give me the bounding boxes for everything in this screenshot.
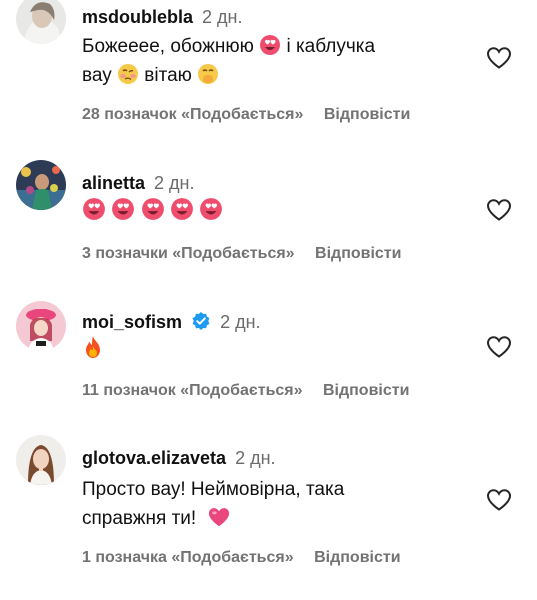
reply-button[interactable]: Відповісти xyxy=(324,106,410,123)
comment-text-line: Просто вау! Неймовірна, така xyxy=(82,479,345,500)
reply-button[interactable]: Відповісти xyxy=(314,549,400,566)
likes-count[interactable]: 11 позначок «Подобається» xyxy=(82,382,303,399)
heart-outline-icon[interactable] xyxy=(486,335,512,359)
likes-count[interactable]: 3 позначки «Подобається» xyxy=(82,245,295,262)
timestamp[interactable]: 2 дн. xyxy=(154,173,194,193)
timestamp[interactable]: 2 дн. xyxy=(202,7,242,27)
comment-text-line: і каблучка xyxy=(286,36,376,57)
woozy-face-emoji xyxy=(118,64,139,84)
comment-text-line: Божееее, обожнюю xyxy=(82,36,254,57)
reply-button[interactable]: Відповісти xyxy=(315,245,401,262)
reply-button[interactable]: Відповісти xyxy=(323,382,409,399)
comment-text-line: справжня ти! xyxy=(82,508,197,529)
timestamp[interactable]: 2 дн. xyxy=(235,448,275,468)
timestamp[interactable]: 2 дн. xyxy=(220,312,260,332)
comment-text xyxy=(82,197,462,226)
likes-count[interactable]: 1 позначка «Подобається» xyxy=(82,549,294,566)
heart-eyes-emoji xyxy=(82,198,223,222)
heart-outline-icon[interactable] xyxy=(486,46,512,70)
comment-text: Просто вау! Неймовірна, така справжня ти… xyxy=(82,475,462,533)
username[interactable]: msdoublebla xyxy=(82,7,193,27)
comment-text-line: вау xyxy=(82,65,112,86)
avatar[interactable] xyxy=(16,301,66,351)
username[interactable]: glotova.elizaveta xyxy=(82,448,226,468)
verified-badge-icon xyxy=(192,312,210,330)
username[interactable]: alinetta xyxy=(82,173,145,193)
avatar[interactable] xyxy=(16,0,66,44)
avatar[interactable] xyxy=(16,435,66,485)
comment-text: Божееее, обожнюю і каблучка вау вітаю xyxy=(82,32,462,90)
pink-heart-emoji xyxy=(209,508,230,527)
heart-outline-icon[interactable] xyxy=(486,198,512,222)
face-with-hand-emoji xyxy=(198,64,219,84)
heart-eyes-emoji xyxy=(260,35,281,55)
comment-text xyxy=(82,335,462,364)
avatar[interactable] xyxy=(16,160,66,210)
comment-text-line: вітаю xyxy=(144,65,192,86)
likes-count[interactable]: 28 позначок «Подобається» xyxy=(82,106,303,123)
username[interactable]: moi_sofism xyxy=(82,312,182,332)
heart-outline-icon[interactable] xyxy=(486,488,512,512)
fire-emoji xyxy=(86,336,100,358)
